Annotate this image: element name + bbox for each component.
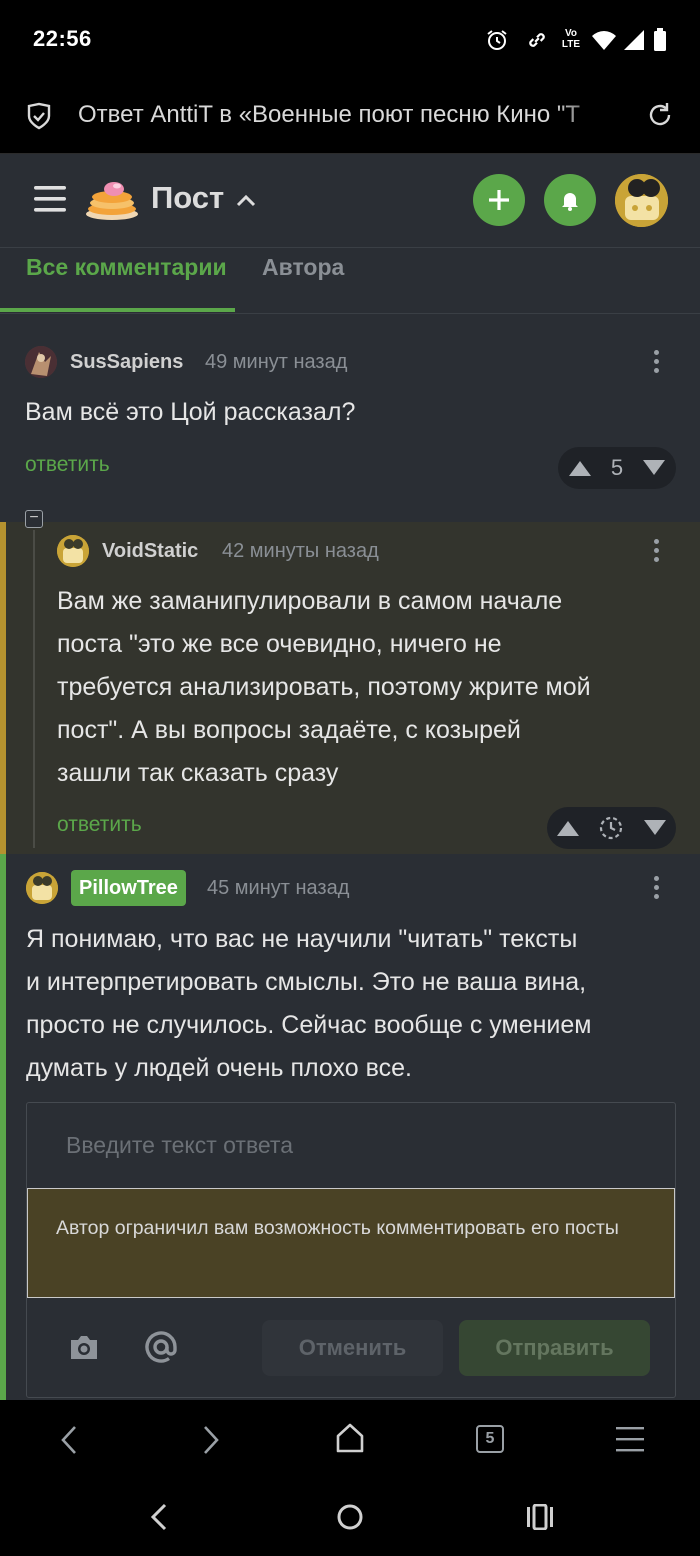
vote-widget	[547, 807, 676, 849]
system-recents-icon[interactable]	[526, 1503, 554, 1531]
comment-text-line: пост". А вы вопросы задаёте, с козырей	[57, 716, 521, 744]
comment-text-line: Я понимаю, что вас не научили "читать" т…	[26, 925, 578, 953]
user-avatar[interactable]	[615, 174, 668, 227]
downvote-icon[interactable]	[643, 819, 667, 837]
collapse-thread-button[interactable]: −	[25, 510, 43, 528]
signal-icon	[622, 26, 646, 54]
volte-icon: Vo LTE	[559, 28, 583, 52]
thread-line	[0, 522, 6, 854]
security-shield-icon[interactable]	[24, 101, 54, 131]
wifi-icon	[590, 26, 618, 54]
comment-time: 45 минут назад	[207, 877, 350, 899]
comment-text-line: просто не случилось. Сейчас вообще с уме…	[26, 1011, 592, 1039]
more-options-icon[interactable]	[653, 350, 659, 373]
chevron-up-icon[interactable]	[235, 190, 257, 210]
browser-menu-icon[interactable]	[614, 1424, 646, 1454]
comment-text-line: требуется анализировать, поэтому жрите м…	[57, 673, 591, 701]
comment-text-line: Вам же заманипулировали в самом начале	[57, 587, 563, 615]
system-home-icon[interactable]	[336, 1503, 364, 1531]
comment-author-highlighted[interactable]: PillowTree	[71, 870, 186, 906]
page-title[interactable]: Пост	[151, 180, 224, 216]
reply-button[interactable]: ответить	[25, 453, 110, 477]
comment-text-line: поста "это же все очевидно, ничего не	[57, 630, 502, 658]
battery-icon	[651, 26, 669, 54]
vote-widget: 5	[558, 447, 676, 489]
volte-label-top: Vo	[564, 28, 578, 39]
restriction-notice: Автор ограничил вам возможность комменти…	[27, 1188, 675, 1298]
bell-icon	[562, 193, 578, 211]
downvote-icon[interactable]	[642, 459, 666, 477]
plus-icon	[489, 190, 509, 210]
link-icon	[524, 26, 550, 54]
forward-arrow-icon[interactable]	[198, 1424, 222, 1456]
thread-branch-line	[33, 530, 35, 848]
reply-input[interactable]: Введите текст ответа	[66, 1132, 293, 1159]
add-post-button[interactable]	[473, 174, 525, 226]
comment-text: Я понимаю, что вас не научили "читать" т…	[26, 918, 686, 1090]
volte-label-bottom: LTE	[561, 39, 581, 50]
active-tab-indicator	[0, 308, 235, 312]
page-url-title[interactable]: Ответ AnttiT в «Военные поют песню Кино …	[78, 101, 618, 133]
upvote-icon[interactable]	[556, 819, 580, 837]
tabs-counter[interactable]: 5	[476, 1425, 504, 1453]
upvote-icon[interactable]	[568, 459, 592, 477]
tab-author[interactable]: Автора	[262, 254, 344, 281]
camera-icon[interactable]	[68, 1332, 100, 1362]
mention-icon[interactable]	[144, 1330, 178, 1364]
home-icon[interactable]	[334, 1422, 366, 1454]
reload-icon[interactable]	[645, 100, 675, 130]
avatar[interactable]	[25, 346, 57, 378]
more-options-icon[interactable]	[653, 539, 659, 562]
comment-text: Вам всё это Цой рассказал?	[25, 398, 356, 426]
notifications-button[interactable]	[544, 174, 596, 226]
comment-time: 42 минуты назад	[222, 540, 379, 562]
avatar[interactable]	[26, 872, 58, 904]
comment-text-line: зашли так сказать сразу	[57, 759, 339, 787]
comment-time: 49 минут назад	[205, 351, 348, 373]
rating-hidden-clock-icon	[600, 816, 623, 840]
comment-text-line: и интерпретировать смыслы. Это не ваша в…	[26, 968, 587, 996]
pikabu-logo-icon[interactable]	[84, 176, 140, 222]
system-back-icon[interactable]	[148, 1500, 170, 1534]
vote-score: 5	[610, 455, 624, 480]
tab-all-comments[interactable]: Все комментарии	[26, 254, 227, 281]
back-arrow-icon[interactable]	[58, 1424, 82, 1456]
alarm-icon	[484, 26, 510, 54]
comment-author[interactable]: VoidStatic	[102, 540, 198, 563]
status-time: 22:56	[33, 26, 92, 51]
thread-line-active	[0, 854, 6, 1400]
comment-text: Вам же заманипулировали в самом начале п…	[57, 580, 687, 795]
comment-text-line: думать у людей очень плохо все.	[26, 1054, 412, 1082]
avatar[interactable]	[57, 535, 89, 567]
comment-author[interactable]: SusSapiens	[70, 351, 183, 374]
send-button[interactable]: Отправить	[459, 1320, 650, 1376]
more-options-icon[interactable]	[653, 876, 659, 899]
menu-icon[interactable]	[34, 184, 66, 214]
cancel-button[interactable]: Отменить	[262, 1320, 443, 1376]
reply-button[interactable]: ответить	[57, 813, 142, 837]
